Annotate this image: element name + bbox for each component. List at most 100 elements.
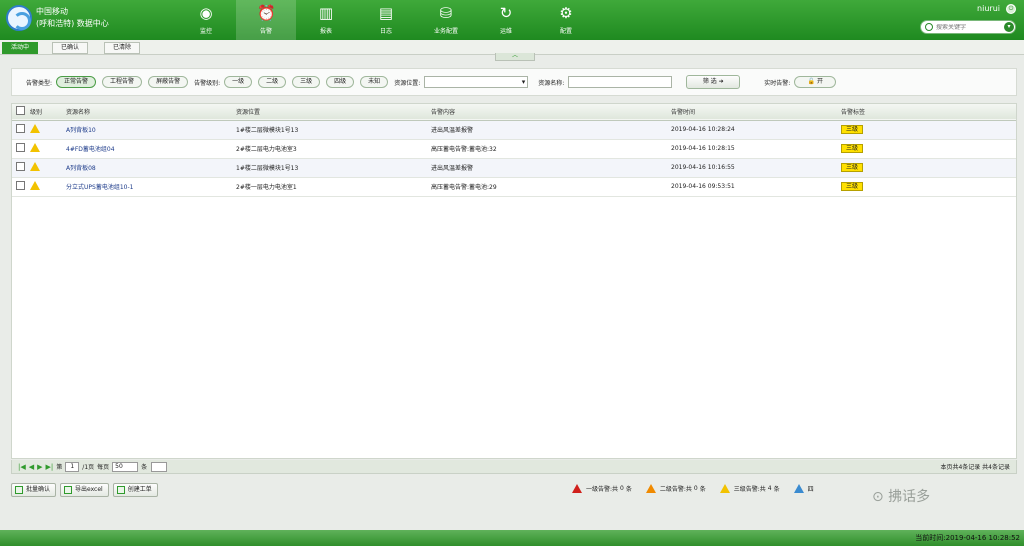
nav-operations[interactable]: ↻ 运维 xyxy=(476,0,536,40)
batch-confirm-button[interactable]: 批量确认 xyxy=(11,483,57,497)
alarm-content: 高压蓄电告警:蓄电池:29 xyxy=(431,184,497,191)
level-3[interactable]: 三级 xyxy=(292,76,321,88)
resource-name-link[interactable]: A列背板10 xyxy=(62,120,232,139)
legend-unit: 条 xyxy=(773,486,780,493)
position-select[interactable] xyxy=(424,76,529,88)
table-row[interactable]: 4#FD蓄电池组04 2#楼二层电力电池室3 高压蓄电告警:蓄电池:32 201… xyxy=(12,139,1016,158)
nav-label: 业务配置 xyxy=(433,28,458,35)
col-alarm-time[interactable]: 告警时间 xyxy=(667,104,837,120)
per-page-select[interactable]: 50 xyxy=(112,461,139,472)
first-page-icon[interactable]: |◀ xyxy=(18,463,26,471)
tab-cleared[interactable]: 已清除 xyxy=(104,42,141,54)
table-header: 级别 资源名称 资源位置 告警内容 告警时间 告警标签 xyxy=(12,104,1016,120)
nav-label: 监控 xyxy=(199,28,212,35)
filter-bar: 告警类型: 正常告警 工程告警 屏蔽告警 告警级别: 一级 二级 三级 四级 未… xyxy=(11,68,1017,96)
bar-chart-icon: ▥ xyxy=(318,4,334,22)
type-label: 告警类型: xyxy=(26,79,53,87)
nav-business-config[interactable]: ⛁ 业务配置 xyxy=(416,0,476,40)
alarm-content: 进出风温差报警 xyxy=(431,127,474,134)
alarm-legend: 一级告警:共 0 条 二级告警:共 0 条 三级告警:共 4 条 四 xyxy=(572,484,828,493)
alarm-time: 2019-04-16 10:28:15 xyxy=(671,145,735,152)
col-resource-name[interactable]: 资源名称 xyxy=(62,104,232,120)
collapse-toggle[interactable]: ︿ xyxy=(495,53,535,61)
level-label: 告警级别: xyxy=(194,79,221,87)
resource-location: 2#楼二层电力电池室3 xyxy=(236,146,297,153)
table-row[interactable]: A列背板10 1#楼二层微模块1号13 进出风温差报警 2019-04-16 1… xyxy=(12,120,1016,139)
type-masked[interactable]: 屏蔽告警 xyxy=(148,76,189,88)
select-all-checkbox[interactable] xyxy=(16,106,25,116)
warning-icon xyxy=(30,181,40,190)
legend-label: 四 xyxy=(807,486,814,493)
search-input[interactable] xyxy=(936,23,1004,31)
current-time: 当前时间:2019-04-16 10:28:52 xyxy=(915,534,1020,542)
username[interactable]: niurui xyxy=(977,4,1000,13)
type-normal[interactable]: 正常告警 xyxy=(56,76,97,88)
tab-confirmed[interactable]: 已确认 xyxy=(52,42,89,54)
col-alarm-content[interactable]: 告警内容 xyxy=(427,104,667,120)
search-icon xyxy=(925,23,933,31)
nav-report[interactable]: ▥ 报表 xyxy=(296,0,356,40)
filter-button[interactable]: 筛 选 ➜ xyxy=(686,75,741,89)
nav-config[interactable]: ⚙ 配置 xyxy=(536,0,596,40)
name-label: 资源名称: xyxy=(538,79,565,87)
create-ticket-label: 创建工单 xyxy=(127,486,152,493)
row-checkbox[interactable] xyxy=(16,181,25,190)
filter-button-label: 筛 选 xyxy=(702,78,717,85)
page-number-input[interactable]: 1 xyxy=(65,461,80,472)
name-input[interactable] xyxy=(568,76,673,88)
resource-name-link[interactable]: 分立式UPS蓄电池组10-1 xyxy=(62,177,232,196)
tab-active[interactable]: 活动中 xyxy=(2,42,39,54)
export-excel-label: 导出excel xyxy=(75,486,103,493)
resource-name-link[interactable]: A列背板08 xyxy=(62,158,232,177)
nav-label: 运维 xyxy=(499,28,512,35)
alarm-time: 2019-04-16 09:53:51 xyxy=(671,183,735,190)
brand: 中国移动 (呼和浩特) 数据中心 xyxy=(36,6,109,30)
level-2[interactable]: 二级 xyxy=(258,76,287,88)
position-label: 资源位置: xyxy=(394,79,421,87)
search-box: ▾ xyxy=(920,20,1016,34)
china-mobile-logo xyxy=(6,5,32,31)
alarm-time: 2019-04-16 10:16:55 xyxy=(671,164,735,171)
level-1[interactable]: 一级 xyxy=(224,76,253,88)
resource-name-link[interactable]: 4#FD蓄电池组04 xyxy=(62,139,232,158)
nav-alarm[interactable]: ⏰ 告警 xyxy=(236,0,296,40)
level-badge: 三级 xyxy=(841,182,863,191)
legend-level-1: 一级告警:共 0 条 xyxy=(572,484,632,493)
nav-monitor[interactable]: ◉ 监控 xyxy=(176,0,236,40)
create-ticket-button[interactable]: 创建工单 xyxy=(112,483,158,497)
col-level[interactable]: 级别 xyxy=(26,104,62,120)
main-nav: ◉ 监控 ⏰ 告警 ▥ 报表 ▤ 日志 ⛁ 业务配置 ↻ 运维 ⚙ 配置 xyxy=(176,0,596,40)
row-checkbox[interactable] xyxy=(16,124,25,133)
resource-location: 1#楼二层微模块1号13 xyxy=(236,127,299,134)
power-icon[interactable]: ⏻ xyxy=(1006,4,1016,14)
alarm-content: 进出风温差报警 xyxy=(431,165,474,172)
row-checkbox[interactable] xyxy=(16,143,25,152)
export-excel-button[interactable]: 导出excel xyxy=(60,483,109,497)
col-resource-location[interactable]: 资源位置 xyxy=(232,104,427,120)
row-checkbox[interactable] xyxy=(16,162,25,171)
realtime-toggle[interactable]: 🔓 开 xyxy=(794,76,837,88)
search-dropdown-icon[interactable]: ▾ xyxy=(1004,22,1014,32)
next-page-icon[interactable]: ▶ xyxy=(37,463,42,471)
nav-label: 日志 xyxy=(379,28,392,35)
dashboard-icon: ◉ xyxy=(199,4,213,22)
table-row[interactable]: 分立式UPS蓄电池组10-1 2#楼一层电力电池室1 高压蓄电告警:蓄电池:29… xyxy=(12,177,1016,196)
nav-label: 告警 xyxy=(259,28,272,35)
level-unknown[interactable]: 未知 xyxy=(360,76,389,88)
prev-page-icon[interactable]: ◀ xyxy=(29,463,34,471)
legend-unit: 条 xyxy=(625,486,632,493)
red-triangle-icon xyxy=(572,484,582,493)
type-engineering[interactable]: 工程告警 xyxy=(102,76,143,88)
nav-log[interactable]: ▤ 日志 xyxy=(356,0,416,40)
level-4[interactable]: 四级 xyxy=(326,76,355,88)
excel-icon xyxy=(64,486,73,494)
warning-icon xyxy=(30,124,40,133)
refresh-icon[interactable] xyxy=(151,461,168,472)
level-badge: 三级 xyxy=(841,125,863,134)
col-alarm-tag[interactable]: 告警标签 xyxy=(837,104,1016,120)
legend-count: 4 xyxy=(767,485,772,492)
per-page-suffix: 条 xyxy=(141,464,148,471)
table-row[interactable]: A列背板08 1#楼二层微模块1号13 进出风温差报警 2019-04-16 1… xyxy=(12,158,1016,177)
last-page-icon[interactable]: ▶| xyxy=(46,463,54,471)
record-summary: 本页共4条记录 共4条记录 xyxy=(940,464,1010,471)
